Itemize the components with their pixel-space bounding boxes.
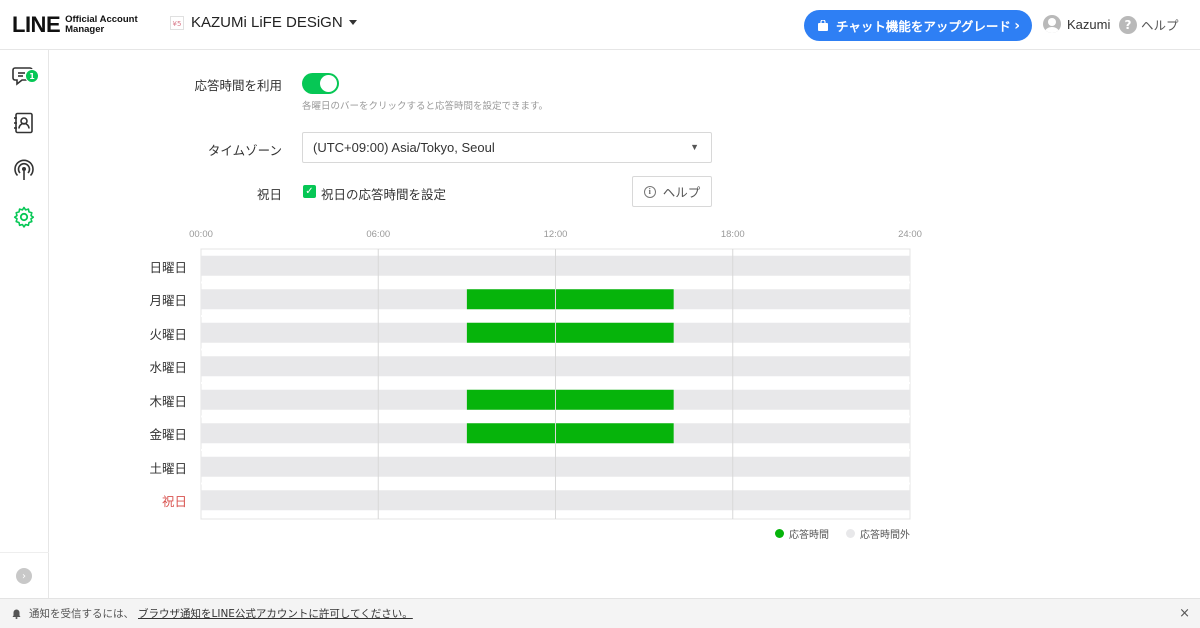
response-time-bar[interactable] — [466, 389, 674, 410]
toggle-knob — [320, 75, 337, 92]
help-link[interactable]: ? ヘルプ — [1119, 15, 1179, 34]
account-name: KAZUMi LiFE DESiGN — [191, 14, 343, 31]
broadcast-icon[interactable] — [12, 158, 36, 182]
timezone-label: タイムゾーン — [207, 143, 282, 158]
response-time-toggle[interactable] — [302, 73, 339, 94]
user-name: Kazumi — [1067, 16, 1111, 32]
legend-item: 応答時間外 — [846, 526, 910, 541]
chevron-down-icon: ▼ — [690, 142, 699, 152]
notice-link[interactable]: ブラウザ通知をLINE公式アカウントに許可してください。 — [138, 606, 413, 621]
day-label: 月曜日 — [149, 293, 187, 309]
info-icon: i — [643, 185, 656, 198]
contacts-icon[interactable] — [12, 111, 36, 135]
bell-icon — [12, 609, 21, 619]
timezone-value: (UTC+09:00) Asia/Tokyo, Seoul — [313, 140, 495, 155]
left-sidebar: 1 › — [0, 50, 49, 598]
chevron-right-icon: › — [1014, 17, 1020, 34]
upgrade-label: チャット機能をアップグレード — [836, 19, 1011, 34]
response-time-bar[interactable] — [466, 289, 674, 310]
hour-tick-label: 12:00 — [543, 229, 568, 240]
svg-text:¥5: ¥5 — [173, 20, 182, 28]
day-label: 祝日 — [161, 494, 187, 510]
legend-label: 応答時間外 — [860, 530, 910, 541]
line-oam-logo[interactable]: LINE Official Account Manager — [12, 12, 138, 38]
day-row-bar[interactable] — [201, 356, 910, 377]
holiday-label: 祝日 — [256, 187, 282, 202]
holiday-checkbox-label[interactable]: 祝日の応答時間を設定 — [321, 184, 446, 203]
response-time-bar[interactable] — [466, 322, 674, 343]
bar-click-hint: 各曜日のバーをクリックすると応答時間を設定できます。 — [302, 101, 549, 112]
hour-tick-label: 00:00 — [189, 229, 213, 240]
day-label: 土曜日 — [149, 460, 187, 476]
hour-tick-label: 24:00 — [898, 229, 922, 240]
account-avatar-icon: ¥5 — [170, 15, 184, 30]
question-icon: ? — [1119, 15, 1137, 34]
expand-sidebar-icon[interactable]: › — [16, 568, 32, 584]
help-button-label: ヘルプ — [662, 185, 701, 200]
help-button[interactable]: i ヘルプ — [632, 176, 712, 207]
legend-item: 応答時間 — [775, 526, 829, 541]
day-label: 火曜日 — [149, 326, 187, 342]
chat-unread-badge: 1 — [25, 69, 39, 83]
help-label: ヘルプ — [1141, 18, 1179, 33]
logo-subtitle-line2: Manager — [65, 24, 105, 35]
sidebar-divider — [0, 552, 49, 553]
user-menu[interactable]: Kazumi — [1043, 15, 1110, 33]
settings-icon[interactable] — [12, 205, 36, 229]
notice-text: 通知を受信するには、 — [29, 608, 134, 620]
bag-icon — [818, 20, 828, 31]
holiday-checkbox[interactable]: ✓ — [303, 185, 316, 198]
response-time-chart: 日曜日 月曜日 火曜日 水曜日 木曜日 金曜日 土曜日 祝日 00:00 06:00 12:00 18… — [0, 0, 1200, 628]
logo-wordmark: LINE — [12, 12, 61, 37]
logo-subtitle: Official Account Manager — [65, 15, 138, 35]
hour-tick-label: 06:00 — [366, 229, 391, 240]
notification-bar: 通知を受信するには、 ブラウザ通知をLINE公式アカウントに許可してください。 … — [0, 598, 1200, 628]
close-icon[interactable]: × — [1179, 606, 1190, 621]
user-avatar-icon — [1043, 15, 1061, 33]
response-time-bar[interactable] — [466, 423, 674, 444]
day-row-bar[interactable] — [201, 255, 910, 276]
day-label: 日曜日 — [149, 259, 187, 275]
legend-dot — [846, 529, 855, 538]
day-label: 水曜日 — [149, 360, 187, 376]
day-row-bar[interactable] — [201, 490, 910, 511]
legend-dot — [775, 529, 784, 538]
day-row-bar[interactable] — [201, 456, 910, 477]
timeline-svg — [200, 248, 911, 520]
top-header: LINE Official Account Manager ¥5 KAZUMi … — [0, 0, 1200, 50]
legend-label: 応答時間 — [789, 530, 829, 541]
response-time-label: 応答時間を利用 — [194, 78, 282, 93]
day-label: 金曜日 — [149, 427, 187, 443]
account-switcher[interactable]: ¥5 KAZUMi LiFE DESiGN — [170, 14, 357, 31]
day-label: 木曜日 — [149, 393, 187, 409]
upgrade-chat-button[interactable]: チャット機能をアップグレード › — [804, 10, 1032, 41]
caret-down-icon — [348, 20, 357, 25]
timezone-select[interactable]: (UTC+09:00) Asia/Tokyo, Seoul ▼ — [302, 132, 712, 163]
hour-tick-label: 18:00 — [720, 229, 745, 240]
